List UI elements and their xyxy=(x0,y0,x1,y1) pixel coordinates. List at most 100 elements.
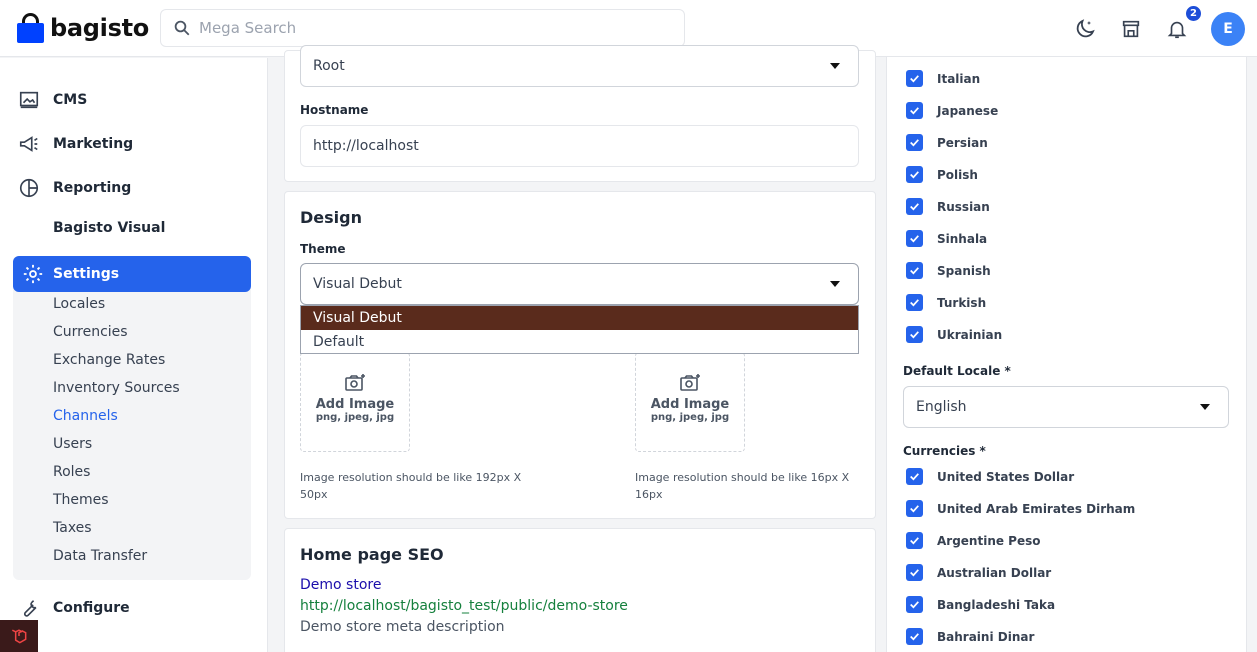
shopping-bag-icon xyxy=(17,13,44,43)
sidebar-item-reporting[interactable]: Reporting xyxy=(17,176,131,200)
locale-label: Ukrainian xyxy=(937,327,1003,342)
currency-label: Bangladeshi Taka xyxy=(937,597,1056,612)
theme-select[interactable]: Visual Debut xyxy=(300,263,859,305)
design-title: Design xyxy=(300,208,362,227)
search-input[interactable] xyxy=(199,19,659,37)
camera-plus-icon xyxy=(680,374,700,391)
dark-mode-icon[interactable] xyxy=(1073,17,1097,41)
currency-checkbox-usd[interactable]: United States Dollar xyxy=(906,468,1074,485)
currency-checkbox-ars[interactable]: Argentine Peso xyxy=(906,532,1041,549)
sidebar-subitem-channels[interactable]: Channels xyxy=(53,408,118,424)
hostname-input[interactable]: http://localhost xyxy=(300,125,859,167)
seo-preview-title: Demo store xyxy=(300,577,382,593)
locale-label: Russian xyxy=(937,199,990,214)
checkbox-checked-icon[interactable] xyxy=(906,134,923,151)
add-image-label: Add Image xyxy=(315,397,395,412)
search-icon xyxy=(174,20,190,36)
image-formats-label: png, jpeg, jpg xyxy=(650,412,730,423)
sidebar-item-label: CMS xyxy=(53,92,88,108)
sidebar-subitem-exchange-rates[interactable]: Exchange Rates xyxy=(53,352,165,368)
checkbox-checked-icon[interactable] xyxy=(906,628,923,645)
settings-group: Settings Locales Currencies Exchange Rat… xyxy=(13,256,251,580)
checkbox-checked-icon[interactable] xyxy=(906,198,923,215)
theme-label: Theme xyxy=(300,242,346,256)
pie-chart-icon xyxy=(17,176,41,200)
checkbox-checked-icon[interactable] xyxy=(906,564,923,581)
currency-label: Australian Dollar xyxy=(937,565,1052,580)
locale-checkbox-italian[interactable]: Italian xyxy=(906,70,980,87)
user-avatar[interactable]: E xyxy=(1211,11,1245,46)
checkbox-checked-icon[interactable] xyxy=(906,166,923,183)
locale-checkbox-persian[interactable]: Persian xyxy=(906,134,988,151)
currency-checkbox-aud[interactable]: Australian Dollar xyxy=(906,564,1051,581)
checkbox-checked-icon[interactable] xyxy=(906,230,923,247)
camera-plus-icon xyxy=(345,374,365,391)
sidebar-subitem-taxes[interactable]: Taxes xyxy=(53,520,92,536)
locale-label: Sinhala xyxy=(937,231,988,246)
default-locale-value: English xyxy=(916,399,967,415)
sidebar-item-label: Settings xyxy=(53,266,120,282)
sidebar-item-cms[interactable]: CMS xyxy=(17,88,87,112)
bagisto-logo[interactable]: bagisto xyxy=(17,13,157,43)
default-locale-select[interactable]: English xyxy=(903,386,1229,428)
locale-label: Italian xyxy=(937,71,981,86)
favicon-resolution-hint: Image resolution should be like 16px X 1… xyxy=(635,471,850,501)
root-category-value: Root xyxy=(313,58,345,74)
sidebar-subitem-themes[interactable]: Themes xyxy=(53,492,109,508)
theme-option-default[interactable]: Default xyxy=(301,330,858,354)
checkbox-checked-icon[interactable] xyxy=(906,326,923,343)
sidebar-subitem-locales[interactable]: Locales xyxy=(53,296,105,312)
logo-image-upload[interactable]: Add Image png, jpeg, jpg xyxy=(300,352,410,452)
image-formats-label: png, jpeg, jpg xyxy=(315,412,395,423)
monitor-icon xyxy=(17,88,41,112)
root-category-select[interactable]: Root xyxy=(300,45,859,87)
locale-label: Persian xyxy=(937,135,988,150)
sidebar-item-marketing[interactable]: Marketing xyxy=(17,132,133,156)
sidebar-subitem-roles[interactable]: Roles xyxy=(53,464,90,480)
sidebar-subitem-data-transfer[interactable]: Data Transfer xyxy=(53,548,147,564)
general-card: Root Hostname http://localhost xyxy=(284,45,876,182)
checkbox-checked-icon[interactable] xyxy=(906,70,923,87)
gear-icon xyxy=(21,262,45,286)
design-card: Design Theme Visual Debut Add Image png,… xyxy=(284,191,876,519)
sidebar-subitem-inventory-sources[interactable]: Inventory Sources xyxy=(53,380,180,396)
currency-checkbox-bdt[interactable]: Bangladeshi Taka xyxy=(906,596,1055,613)
locale-checkbox-sinhala[interactable]: Sinhala xyxy=(906,230,987,247)
locale-checkbox-ukrainian[interactable]: Ukrainian xyxy=(906,326,1002,343)
checkbox-checked-icon[interactable] xyxy=(906,500,923,517)
storefront-icon[interactable] xyxy=(1119,17,1143,41)
checkbox-checked-icon[interactable] xyxy=(906,102,923,119)
locale-checkbox-turkish[interactable]: Turkish xyxy=(906,294,986,311)
sidebar-item-bagisto-visual[interactable]: Bagisto Visual xyxy=(53,220,165,236)
mega-search[interactable] xyxy=(160,9,685,47)
currency-checkbox-bhd[interactable]: Bahraini Dinar xyxy=(906,628,1034,645)
checkbox-checked-icon[interactable] xyxy=(906,468,923,485)
hostname-label: Hostname xyxy=(300,103,369,117)
locale-checkbox-polish[interactable]: Polish xyxy=(906,166,978,183)
caret-down-icon xyxy=(830,281,840,287)
sidebar-item-configure[interactable]: Configure xyxy=(17,596,130,620)
locale-checkbox-japanese[interactable]: Japanese xyxy=(906,102,998,119)
seo-title: Home page SEO xyxy=(300,545,444,564)
sidebar-subitem-currencies[interactable]: Currencies xyxy=(53,324,128,340)
theme-dropdown-list: Visual Debut Default xyxy=(300,305,859,354)
currency-checkbox-aed[interactable]: United Arab Emirates Dirham xyxy=(906,500,1135,517)
checkbox-checked-icon[interactable] xyxy=(906,532,923,549)
checkbox-checked-icon[interactable] xyxy=(906,294,923,311)
seo-preview-description: Demo store meta description xyxy=(300,619,505,635)
theme-option-visual-debut[interactable]: Visual Debut xyxy=(301,306,858,330)
checkbox-checked-icon[interactable] xyxy=(906,262,923,279)
favicon-image-upload[interactable]: Add Image png, jpeg, jpg xyxy=(635,352,745,452)
checkbox-checked-icon[interactable] xyxy=(906,596,923,613)
laravel-debugbar-icon[interactable] xyxy=(0,620,38,652)
caret-down-icon xyxy=(830,63,840,69)
add-image-label: Add Image xyxy=(650,397,730,412)
sidebar-item-label: Configure xyxy=(53,600,130,616)
notification-bell-icon[interactable]: 2 xyxy=(1165,3,1203,41)
locale-checkbox-russian[interactable]: Russian xyxy=(906,198,990,215)
sidebar-subitem-users[interactable]: Users xyxy=(53,436,92,452)
currency-label: Bahraini Dinar xyxy=(937,629,1035,644)
locale-checkbox-spanish[interactable]: Spanish xyxy=(906,262,991,279)
currency-label: United Arab Emirates Dirham xyxy=(937,501,1136,516)
sidebar-item-settings[interactable]: Settings xyxy=(13,256,251,292)
